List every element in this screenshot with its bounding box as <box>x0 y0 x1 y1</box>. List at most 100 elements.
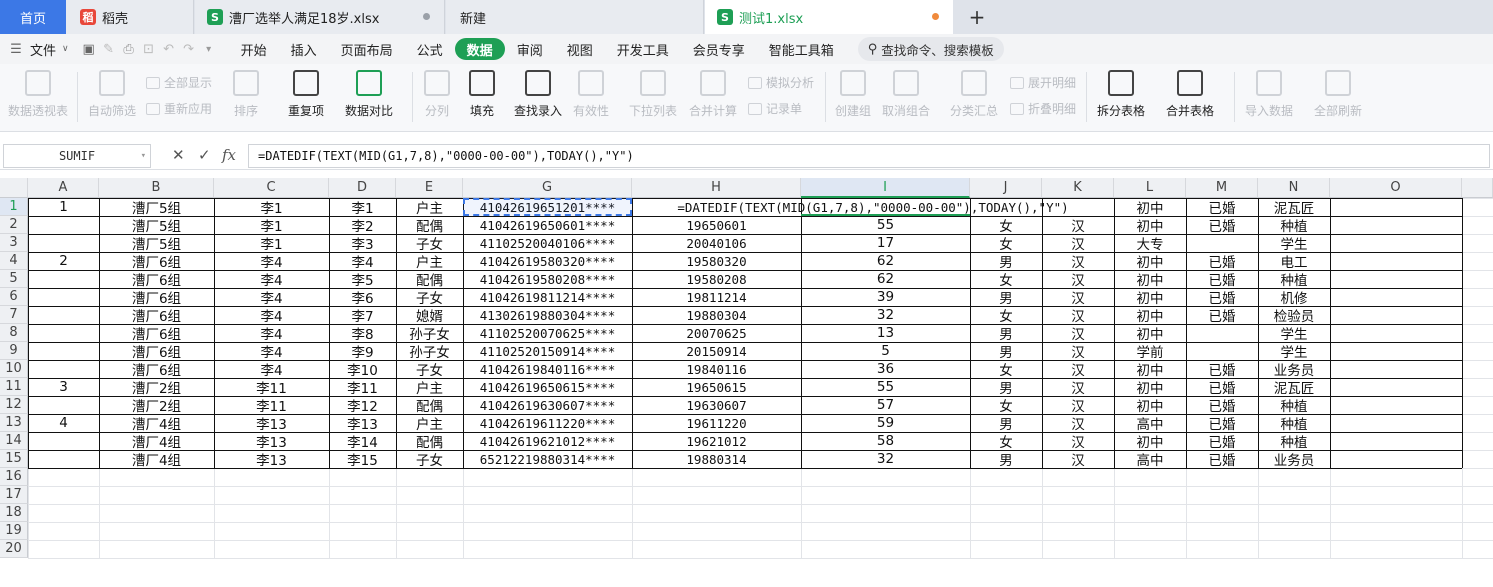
table-cell[interactable]: 1 <box>28 198 99 216</box>
table-cell[interactable]: 20150914 <box>632 342 801 360</box>
table-cell[interactable]: 已婚 <box>1186 270 1258 289</box>
table-cell[interactable]: 19611220 <box>632 414 801 432</box>
table-cell[interactable]: 20070625 <box>632 324 801 342</box>
table-cell[interactable]: 32 <box>801 306 970 324</box>
table-cell[interactable]: 配偶 <box>396 216 463 235</box>
table-cell[interactable]: 55 <box>801 378 970 396</box>
table-cell[interactable]: 汉 <box>1042 414 1114 433</box>
table-cell[interactable]: 初中 <box>1114 252 1186 271</box>
table-cell[interactable]: 41042619580320**** <box>463 252 632 270</box>
table-cell[interactable]: 李1 <box>214 234 329 253</box>
table-cell[interactable]: 子女 <box>396 234 463 253</box>
table-cell[interactable]: 汉 <box>1042 360 1114 379</box>
table-cell[interactable]: 漕厂6组 <box>99 360 214 379</box>
table-cell[interactable]: 李3 <box>329 234 396 253</box>
table-cell[interactable]: 男 <box>970 378 1042 397</box>
table-cell[interactable]: 汉 <box>1042 432 1114 451</box>
table-cell[interactable]: 配偶 <box>396 270 463 289</box>
table-cell[interactable]: 李15 <box>329 450 396 469</box>
table-cell[interactable]: 女 <box>970 360 1042 379</box>
table-cell[interactable]: 19621012 <box>632 432 801 450</box>
table-cell[interactable]: 漕厂5组 <box>99 198 214 217</box>
table-cell[interactable]: 户主 <box>396 414 463 433</box>
table-cell[interactable]: 已婚 <box>1186 450 1258 469</box>
table-cell[interactable]: 58 <box>801 432 970 450</box>
table-cell[interactable]: 高中 <box>1114 414 1186 433</box>
table-cell[interactable] <box>28 342 99 360</box>
table-cell[interactable] <box>28 270 99 288</box>
table-cell[interactable] <box>28 396 99 414</box>
table-cell[interactable]: 41102520040106**** <box>463 234 632 252</box>
table-cell[interactable]: 初中 <box>1114 324 1186 343</box>
table-cell[interactable]: 32 <box>801 450 970 468</box>
table-cell[interactable]: 机修 <box>1258 288 1330 307</box>
table-cell[interactable]: 41042619650615**** <box>463 378 632 396</box>
table-cell[interactable]: 种植 <box>1258 270 1330 289</box>
table-cell[interactable] <box>1186 234 1258 252</box>
table-cell[interactable]: 学生 <box>1258 324 1330 343</box>
table-cell[interactable]: 李10 <box>329 360 396 379</box>
table-cell[interactable]: 初中 <box>1114 360 1186 379</box>
table-cell[interactable]: 59 <box>801 414 970 432</box>
table-cell[interactable]: 已婚 <box>1186 378 1258 397</box>
table-cell[interactable]: 检验员 <box>1258 306 1330 325</box>
table-cell[interactable]: 男 <box>970 414 1042 433</box>
table-cell[interactable]: 41042619611220**** <box>463 414 632 432</box>
table-cell[interactable]: 男 <box>970 324 1042 343</box>
table-cell[interactable]: 李13 <box>214 414 329 433</box>
table-cell[interactable]: 学生 <box>1258 342 1330 361</box>
table-cell[interactable]: 学前 <box>1114 342 1186 361</box>
table-cell[interactable]: 李14 <box>329 432 396 451</box>
table-cell[interactable]: 李6 <box>329 288 396 307</box>
table-cell[interactable]: 高中 <box>1114 450 1186 469</box>
table-cell[interactable]: 漕厂5组 <box>99 234 214 253</box>
table-cell[interactable]: 李4 <box>214 252 329 271</box>
table-cell[interactable]: 李13 <box>214 432 329 451</box>
table-cell[interactable]: 已婚 <box>1186 360 1258 379</box>
table-cell[interactable]: 41042619840116**** <box>463 360 632 378</box>
table-cell[interactable]: 41042619580208**** <box>463 270 632 288</box>
table-cell[interactable]: 李2 <box>329 216 396 235</box>
table-cell[interactable]: 汉 <box>1042 288 1114 307</box>
table-cell[interactable]: 漕厂2组 <box>99 378 214 397</box>
table-cell[interactable]: 李13 <box>329 414 396 433</box>
table-cell[interactable]: 李11 <box>214 396 329 415</box>
table-cell[interactable]: 41302619880304**** <box>463 306 632 324</box>
table-cell[interactable]: 李1 <box>214 216 329 235</box>
table-cell[interactable]: 李4 <box>329 252 396 271</box>
table-cell[interactable]: 已婚 <box>1186 432 1258 451</box>
table-cell[interactable]: 初中 <box>1114 270 1186 289</box>
table-cell[interactable]: 汉 <box>1042 216 1114 235</box>
table-cell[interactable]: 户主 <box>396 252 463 271</box>
table-cell[interactable]: 19811214 <box>632 288 801 306</box>
table-cell[interactable] <box>1186 342 1258 360</box>
table-cell[interactable]: 媳婿 <box>396 306 463 325</box>
table-cell[interactable]: 汉 <box>1042 324 1114 343</box>
table-cell[interactable]: 孙子女 <box>396 342 463 361</box>
table-cell[interactable]: 漕厂6组 <box>99 342 214 361</box>
table-cell[interactable]: 男 <box>970 450 1042 469</box>
table-cell[interactable] <box>28 216 99 234</box>
table-cell[interactable]: 5 <box>801 342 970 360</box>
table-cell[interactable]: 17 <box>801 234 970 252</box>
table-cell[interactable]: 漕厂5组 <box>99 216 214 235</box>
table-cell[interactable]: 初中 <box>1114 432 1186 451</box>
table-cell[interactable]: 漕厂4组 <box>99 414 214 433</box>
table-cell[interactable]: 子女 <box>396 288 463 307</box>
table-cell[interactable] <box>28 234 99 252</box>
table-cell[interactable]: 已婚 <box>1186 396 1258 415</box>
table-cell[interactable]: 李9 <box>329 342 396 361</box>
table-cell[interactable]: 种植 <box>1258 432 1330 451</box>
table-cell[interactable]: 初中 <box>1114 306 1186 325</box>
table-cell[interactable]: 漕厂6组 <box>99 252 214 271</box>
table-cell[interactable]: 李4 <box>214 288 329 307</box>
table-cell[interactable]: 4 <box>28 414 99 432</box>
table-cell[interactable]: 41102520070625**** <box>463 324 632 342</box>
table-cell[interactable]: 户主 <box>396 198 463 217</box>
table-cell[interactable]: 男 <box>970 342 1042 361</box>
table-cell[interactable]: 汉 <box>1042 342 1114 361</box>
table-cell[interactable] <box>28 306 99 324</box>
table-cell[interactable]: 李11 <box>214 378 329 397</box>
table-cell[interactable] <box>28 360 99 378</box>
table-cell[interactable]: 41042619621012**** <box>463 432 632 450</box>
